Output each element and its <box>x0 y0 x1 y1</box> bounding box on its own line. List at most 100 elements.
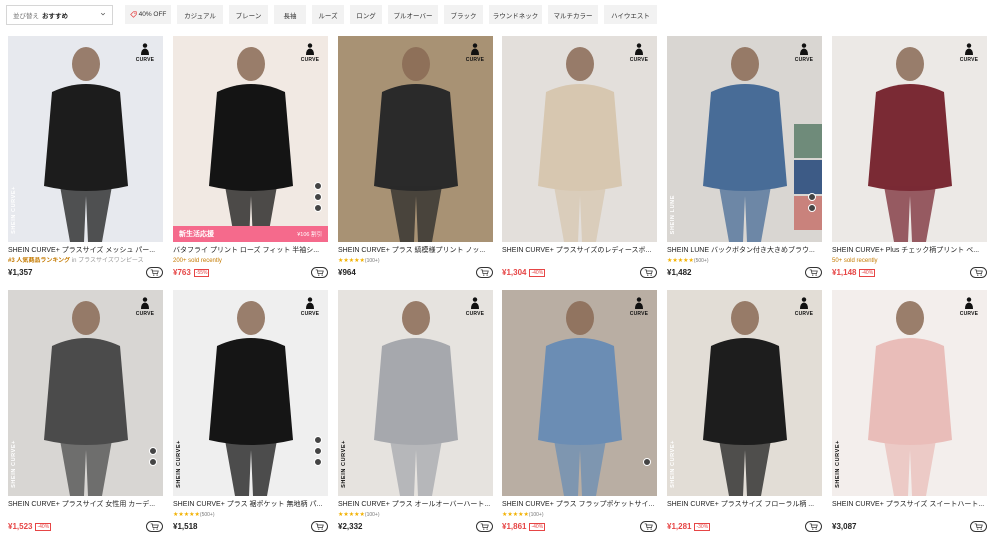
price-row: ¥1,861 -40% <box>502 521 657 532</box>
filter-chip-long-sleeve[interactable]: 長袖 <box>274 5 306 24</box>
filter-chip-multicolor[interactable]: マルチカラー <box>548 5 598 24</box>
ranking-badge[interactable]: #3 人気商品ランキング in プラスサイズワンピース <box>8 257 163 265</box>
price-row: ¥1,482 <box>667 267 822 278</box>
product-image[interactable]: CURVE SHEIN CURVE+ <box>667 290 822 496</box>
product-title[interactable]: SHEIN LUNE バックボタン付き大きめブラウ... <box>667 246 822 255</box>
color-swatch[interactable] <box>149 458 157 466</box>
discount-badge: -40% <box>859 268 876 277</box>
curve-figure-icon <box>798 297 810 310</box>
product-image[interactable]: CURVE SHEIN CURVE+ <box>173 290 328 496</box>
product-image[interactable]: CURVE SHEIN CURVE+ <box>832 290 987 496</box>
filter-chip-pullover[interactable]: プルオーバー <box>388 5 438 24</box>
add-to-cart-button[interactable] <box>970 521 987 532</box>
add-to-cart-button[interactable] <box>640 521 657 532</box>
product-card[interactable]: CURVE SHEIN CURVE+ SHEIN CURVE+ プラスサイズ フロー… <box>667 290 822 532</box>
add-to-cart-button[interactable] <box>146 521 163 532</box>
color-swatch[interactable] <box>314 193 322 201</box>
color-swatch[interactable] <box>314 447 322 455</box>
filter-chip-discount[interactable]: 40% OFF <box>125 5 171 24</box>
curve-badge: CURVE <box>793 297 815 321</box>
product-image[interactable]: CURVE SHEIN LUNE <box>667 36 822 242</box>
product-card[interactable]: CURVE SHEIN CURVE+ SHEIN CURVE+ プラスサイズ 女性用… <box>8 290 163 532</box>
product-title[interactable]: SHEIN CURVE+ プラスサイズ スイートハート... <box>832 500 987 509</box>
add-to-cart-button[interactable] <box>640 267 657 278</box>
filter-chip-black[interactable]: ブラック <box>444 5 483 24</box>
cart-icon <box>809 269 818 276</box>
color-swatches <box>149 447 157 466</box>
product-image[interactable]: CURVE <box>338 36 493 242</box>
color-swatch[interactable] <box>643 458 651 466</box>
color-swatch[interactable] <box>314 436 322 444</box>
curve-figure-icon <box>139 43 151 56</box>
price-row: ¥1,518 <box>173 521 328 532</box>
product-title[interactable]: バタフライ プリント ローズ フィット 半袖シ... <box>173 246 328 255</box>
product-image[interactable]: CURVE <box>832 36 987 242</box>
product-card[interactable]: CURVE SHEIN CURVE+ SHEIN CURVE+ プラスサイズ メッシ… <box>8 36 163 278</box>
product-title[interactable]: SHEIN CURVE+ プラス 裾ポケット 無地柄 パ... <box>173 500 328 509</box>
color-swatch[interactable] <box>149 447 157 455</box>
product-card[interactable]: CURVE SHEIN CURVE+ プラス フラップポケットサイ... ★★★★★… <box>502 290 657 532</box>
cart-icon <box>974 269 983 276</box>
variant-thumb[interactable] <box>794 124 822 158</box>
color-swatch[interactable] <box>808 204 816 212</box>
add-to-cart-button[interactable] <box>476 521 493 532</box>
cart-icon <box>150 523 159 530</box>
product-card[interactable]: CURVE SHEIN CURVE+ プラス 縞模様プリント ノッ... ★★★★★… <box>338 36 493 278</box>
product-title[interactable]: SHEIN CURVE+ Plus チェック柄プリント ベ... <box>832 246 987 255</box>
product-card[interactable]: CURVE SHEIN CURVE+ SHEIN CURVE+ プラス 裾ポケット … <box>173 290 328 532</box>
variant-thumb[interactable] <box>794 160 822 194</box>
product-image[interactable]: CURVE SHEIN CURVE+ <box>8 290 163 496</box>
product-title[interactable]: SHEIN CURVE+ プラスサイズ 女性用 カーデ... <box>8 500 163 509</box>
product-card[interactable]: CURVE SHEIN CURVE+ SHEIN CURVE+ プラスサイズ スイー… <box>832 290 987 532</box>
promo-banner: 新生活応援 ¥106 割引 <box>173 226 328 242</box>
product-image[interactable]: CURVE <box>502 36 657 242</box>
sort-dropdown[interactable]: 並び替え おすすめ <box>6 5 113 25</box>
product-image[interactable]: CURVE 新生活応援 ¥106 割引 <box>173 36 328 242</box>
filter-chip-round-neck[interactable]: ラウンドネック <box>489 5 542 24</box>
add-to-cart-button[interactable] <box>805 267 822 278</box>
add-to-cart-button[interactable] <box>311 521 328 532</box>
filter-chip-loose[interactable]: ルーズ <box>312 5 344 24</box>
add-to-cart-button[interactable] <box>311 267 328 278</box>
product-card[interactable]: CURVE SHEIN CURVE+ プラスサイズのレディースボ... ¥1,304… <box>502 36 657 278</box>
cart-icon <box>315 269 324 276</box>
add-to-cart-button[interactable] <box>805 521 822 532</box>
product-title[interactable]: SHEIN CURVE+ プラス 縞模様プリント ノッ... <box>338 246 493 255</box>
color-swatch[interactable] <box>314 182 322 190</box>
color-swatch[interactable] <box>314 204 322 212</box>
filter-chip-long[interactable]: ロング <box>350 5 382 24</box>
curve-figure-icon <box>798 43 810 56</box>
price: ¥1,357 <box>8 268 33 277</box>
filter-chip-high-waist[interactable]: ハイウエスト <box>604 5 657 24</box>
filter-chip-casual[interactable]: カジュアル <box>177 5 223 24</box>
product-image[interactable]: CURVE SHEIN CURVE+ <box>8 36 163 242</box>
color-swatch[interactable] <box>808 193 816 201</box>
price: ¥1,518 <box>173 522 198 531</box>
cart-icon <box>480 269 489 276</box>
product-image[interactable]: CURVE SHEIN CURVE+ <box>338 290 493 496</box>
product-title[interactable]: SHEIN CURVE+ プラスサイズ フローラル柄 ... <box>667 500 822 509</box>
curve-badge: CURVE <box>464 43 486 67</box>
curve-figure-icon <box>633 43 645 56</box>
review-count: (100+) <box>364 512 380 518</box>
price: ¥1,148 -40% <box>832 268 876 277</box>
filter-chip-plain[interactable]: プレーン <box>229 5 268 24</box>
product-image[interactable]: CURVE <box>502 290 657 496</box>
add-to-cart-button[interactable] <box>146 267 163 278</box>
product-card[interactable]: CURVE 新生活応援 ¥106 割引バタフライ プリント ローズ フィット 半袖シ… <box>173 36 328 278</box>
curve-badge: CURVE <box>299 297 321 321</box>
rating: ★★★★★(100+) <box>502 511 657 519</box>
product-title[interactable]: SHEIN CURVE+ プラス フラップポケットサイ... <box>502 500 657 509</box>
color-swatch[interactable] <box>314 458 322 466</box>
add-to-cart-button[interactable] <box>476 267 493 278</box>
curve-figure-icon <box>139 297 151 310</box>
product-card[interactable]: CURVE SHEIN LUNE SHEIN LUNE バックボタン付き大きめブラウ… <box>667 36 822 278</box>
product-title[interactable]: SHEIN CURVE+ プラスサイズのレディースボ... <box>502 246 657 255</box>
discount-badge: -40% <box>35 522 52 531</box>
add-to-cart-button[interactable] <box>970 267 987 278</box>
product-title[interactable]: SHEIN CURVE+ プラスサイズ メッシュ パー... <box>8 246 163 255</box>
color-variant-thumbs[interactable] <box>794 124 822 230</box>
product-title[interactable]: SHEIN CURVE+ プラス オールオーバーハート... <box>338 500 493 509</box>
product-card[interactable]: CURVE SHEIN CURVE+ Plus チェック柄プリント ベ... 50+… <box>832 36 987 278</box>
product-card[interactable]: CURVE SHEIN CURVE+ SHEIN CURVE+ プラス オールオーバ… <box>338 290 493 532</box>
